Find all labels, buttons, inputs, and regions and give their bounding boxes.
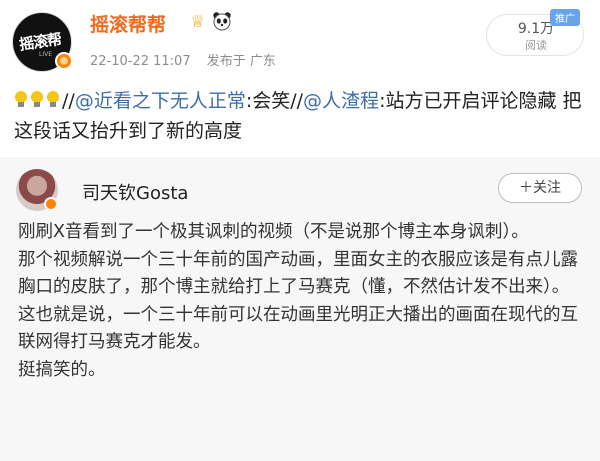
username[interactable]: 摇滚帮帮 bbox=[90, 10, 166, 37]
bulb-icon bbox=[46, 91, 60, 109]
promo-tag[interactable]: 推广 bbox=[550, 9, 580, 26]
vip-badge-icon bbox=[55, 52, 73, 70]
vip-badge-icon bbox=[44, 197, 58, 211]
repost-text: //@近看之下无人正常:会笑//@人渣程:站方已开启评论隐藏 把这段话又抬升到了… bbox=[14, 86, 594, 146]
panda-icon bbox=[213, 12, 231, 31]
post-header: 摇滚帮 LIVE 摇滚帮帮 ♕ 22-10-22 11:07 发布于 广东 9.… bbox=[0, 0, 600, 80]
repost-comment: :会笑// bbox=[245, 90, 304, 112]
quoted-paragraph: 刚刷X音看到了一个极其讽刺的视频（不是说那个博主本身讽刺）。 bbox=[18, 222, 529, 242]
quoted-paragraph: 那个视频解说一个三十年前的国产动画，里面女主的衣服应该是有点儿露胸口的皮肤了，那… bbox=[18, 249, 578, 298]
follow-button[interactable]: ＋关注 bbox=[498, 173, 582, 203]
post-date: 22-10-22 11:07 bbox=[90, 54, 191, 69]
post-meta: 22-10-22 11:07 发布于 广东 bbox=[90, 50, 288, 69]
post-location: 发布于 广东 bbox=[206, 54, 276, 69]
crown-icon: ♕ bbox=[190, 12, 206, 32]
mention-link[interactable]: @人渣程 bbox=[303, 90, 379, 112]
quoted-post[interactable]: 司天钦Gosta ＋关注 刚刷X音看到了一个极其讽刺的视频（不是说那个博主本身讽… bbox=[0, 158, 600, 461]
bulb-icon bbox=[14, 91, 28, 109]
repost-separator: // bbox=[62, 90, 75, 112]
quoted-body: 刚刷X音看到了一个极其讽刺的视频（不是说那个博主本身讽刺）。 那个视频解说一个三… bbox=[18, 219, 590, 385]
avatar-logo-subtext: LIVE bbox=[39, 51, 53, 58]
views-label: 阅读 bbox=[525, 39, 547, 52]
quoted-username[interactable]: 司天钦Gosta bbox=[82, 179, 188, 205]
bulb-icon bbox=[30, 91, 44, 109]
quoted-paragraph: 这也就是说，一个三十年前可以在动画里光明正大播出的画面在现代的互联网得打马赛克才… bbox=[18, 304, 578, 353]
mention-link[interactable]: @近看之下无人正常 bbox=[75, 90, 246, 112]
quoted-paragraph: 挺搞笑的。 bbox=[18, 359, 106, 380]
